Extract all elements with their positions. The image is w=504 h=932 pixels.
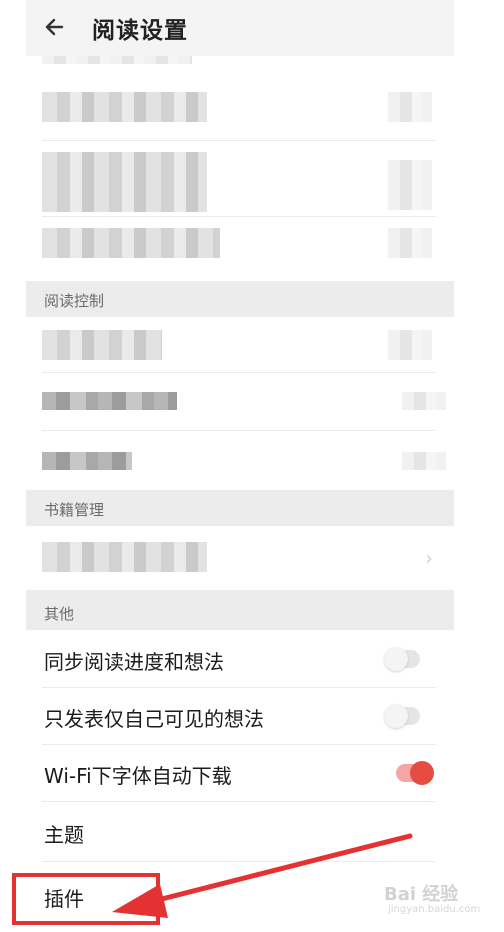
settings-row-wifi-font-download[interactable]: Wi-Fi下字体自动下载 (26, 744, 454, 801)
page-title: 阅读设置 (92, 18, 188, 44)
row-label: 同步阅读进度和想法 (44, 650, 224, 674)
toggle-knob (410, 761, 434, 785)
watermark-brand: Bai 经验 (384, 884, 459, 905)
redacted-value (388, 228, 432, 258)
arrow-left-icon (45, 18, 64, 36)
section-label: 阅读控制 (44, 292, 105, 310)
annotation-highlight-box (12, 873, 160, 925)
back-button[interactable] (40, 12, 74, 42)
row-label: 只发表仅自己可见的想法 (44, 707, 264, 731)
settings-row-private-thoughts[interactable]: 只发表仅自己可见的想法 (26, 687, 454, 744)
redacted-label (42, 452, 132, 470)
top-app-bar: 阅读设置 (26, 0, 454, 56)
row-divider (42, 216, 436, 217)
settings-row-theme[interactable]: 主题 (26, 801, 454, 861)
section-header-other: 其他 (26, 590, 454, 630)
redacted-label (42, 542, 207, 572)
toggle-switch[interactable] (384, 704, 420, 728)
row-label: Wi-Fi下字体自动下载 (44, 764, 232, 788)
redacted-value (388, 92, 432, 122)
redacted-label (42, 56, 192, 64)
redacted-label (42, 228, 220, 258)
row-label: 主题 (44, 823, 84, 847)
redacted-value (388, 330, 432, 360)
redacted-label (42, 392, 177, 410)
redacted-label (42, 330, 162, 360)
row-divider (42, 372, 436, 373)
section-header-book-management: 书籍管理 (26, 490, 454, 526)
redacted-value (402, 392, 446, 410)
row-divider (42, 430, 436, 431)
row-divider (42, 140, 436, 141)
watermark-url: jingyan.baidu.com (388, 904, 481, 915)
toggle-knob (384, 647, 408, 671)
section-label: 其他 (44, 605, 75, 623)
section-header-reading-control: 阅读控制 (26, 281, 454, 317)
watermark-logo: Bai 经验 jingyan.baidu.com (384, 880, 494, 924)
chevron-right-icon: › (425, 546, 433, 570)
toggle-switch[interactable] (384, 647, 420, 671)
redacted-value (388, 160, 432, 210)
redacted-label (42, 92, 207, 122)
redacted-label (42, 152, 207, 212)
toggle-switch[interactable] (396, 761, 434, 785)
toggle-knob (384, 704, 408, 728)
redacted-value (402, 452, 446, 470)
section-label: 书籍管理 (44, 501, 105, 519)
settings-row-sync-progress[interactable]: 同步阅读进度和想法 (26, 630, 454, 687)
